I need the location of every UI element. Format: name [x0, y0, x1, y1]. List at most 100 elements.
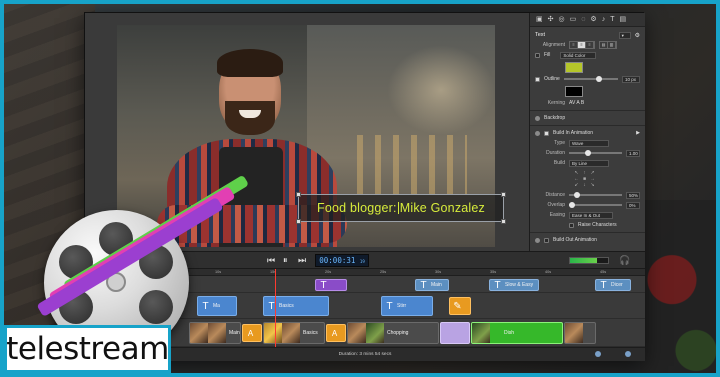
zoom-button[interactable] [595, 351, 601, 357]
fast-forward-icon[interactable]: ⏭ [298, 255, 306, 265]
timeline-clip[interactable]: Basics [263, 322, 325, 344]
timeline-clip[interactable]: T Basics [263, 296, 329, 316]
timeline-clip[interactable]: Dish [471, 322, 563, 344]
canvas-icon[interactable]: ▣ [536, 16, 543, 23]
alignment-segmented-control[interactable]: ≡ ≡ ≡ [569, 41, 595, 49]
pause-icon[interactable]: ⏸ [283, 255, 288, 265]
timeline-clip[interactable]: ✎ [449, 297, 471, 315]
resize-handle[interactable] [501, 192, 506, 197]
overlap-slider[interactable] [569, 202, 622, 208]
easing-select[interactable]: Ease In & Out [569, 211, 613, 219]
raise-characters-label: Raise Characters [578, 222, 617, 228]
rewind-icon[interactable]: ⏮ [267, 255, 275, 265]
text-overlay[interactable]: Food blogger: Mike Gonzalez [298, 194, 504, 222]
distance-value[interactable]: 50% [626, 191, 640, 199]
vertical-alignment-control[interactable]: ▤ ▥ [599, 41, 617, 49]
inspector-panel: ▣ ✣ ◎ ▭ ◌ ⚙ ♪ T ▤ Text ▾ ⚙ Alignment ≡ ≡ ≡… [529, 13, 645, 251]
easing-row: Easing Ease In & Out [530, 210, 645, 220]
build-select[interactable]: By Line [569, 159, 609, 167]
resize-handle[interactable] [501, 219, 506, 224]
distance-label: Distance [545, 192, 565, 198]
distance-slider[interactable] [569, 192, 622, 198]
outline-slider[interactable] [563, 76, 618, 82]
font-picker-button[interactable]: ▾ [618, 31, 631, 39]
section-title: Text [535, 32, 546, 38]
clip-label: Ma [213, 303, 220, 309]
ruler-tick: 40s [545, 270, 552, 274]
outline-label: Outline [544, 76, 560, 82]
outline-checkbox[interactable] [535, 76, 540, 82]
timeline-clip[interactable]: Chopping [347, 322, 439, 344]
fill-color-swatch[interactable] [565, 61, 583, 73]
text-icon[interactable]: T [610, 16, 614, 23]
resize-handle[interactable] [296, 192, 301, 197]
direction-grid[interactable]: ↖ ↑ ↗ ← ■ → ↙ ↓ ↘ [573, 170, 596, 188]
caption-text-end: Mike Gonzalez [399, 201, 486, 215]
kerning-value[interactable]: AV A B [569, 100, 584, 106]
timeline-clip[interactable]: Main [189, 322, 241, 344]
timeline-clip[interactable]: A [326, 324, 346, 342]
timeline-clip[interactable] [440, 322, 470, 344]
timeline-clip[interactable]: T Slow & Easy [489, 279, 539, 291]
play-icon[interactable]: ▶ [636, 130, 640, 136]
snap-button[interactable] [625, 351, 631, 357]
clip-label: Basics [303, 330, 318, 336]
text-section-header: Text ▾ ⚙ [530, 30, 645, 40]
media-icon[interactable]: ✣ [548, 16, 554, 23]
easing-label: Easing [549, 212, 565, 218]
text-icon: T [420, 279, 427, 291]
timecode-display: 00:00:31 19 [315, 254, 369, 267]
playhead[interactable] [275, 269, 276, 347]
timeline-clip[interactable]: T Ma [197, 296, 237, 316]
duration-slider[interactable] [569, 150, 622, 156]
timeline-clip[interactable]: T Dicer [595, 279, 631, 291]
settings-icon[interactable]: ▤ [619, 16, 626, 23]
transitions-icon[interactable]: ▭ [570, 16, 577, 23]
build-out-checkbox[interactable] [544, 237, 549, 243]
build-in-checkbox[interactable] [544, 130, 549, 136]
timecode-frames: 19 [359, 259, 365, 264]
backdrop-toggle[interactable] [535, 115, 540, 121]
clip-label: Stirr [397, 303, 407, 309]
resize-handle[interactable] [296, 219, 301, 224]
clip-label: Dish [504, 330, 515, 336]
duration-status: Duration: 3 mins 54 secs [338, 352, 392, 357]
build-out-row: Build Out Animation [530, 235, 645, 245]
kitchen-bottles [357, 135, 467, 195]
audio-icon[interactable]: ♪ [602, 16, 606, 23]
outline-color-swatch[interactable] [565, 85, 583, 97]
animations-icon[interactable]: ◌ [581, 16, 585, 23]
company-wordmark: telestream [6, 331, 169, 367]
backdrop-row: Backdrop [530, 113, 645, 123]
text-icon: T [386, 300, 393, 312]
fill-type-select[interactable]: Solid Color [560, 51, 597, 59]
build-out-toggle[interactable] [535, 237, 540, 243]
clip-label: Basics [279, 303, 294, 309]
raise-characters-checkbox[interactable] [569, 222, 574, 228]
duration-label: Duration [546, 150, 565, 156]
build-in-toggle[interactable] [535, 130, 540, 136]
clip-label: Dicer [611, 282, 623, 288]
timeline-clip[interactable]: T Stirr [381, 296, 433, 316]
type-select[interactable]: Wave [569, 139, 609, 147]
caption-text-start: Food blogger: [316, 201, 397, 215]
background-vegetables [640, 200, 720, 377]
canvas[interactable]: Food blogger: Mike Gonzalez [85, 13, 529, 251]
headphones-icon[interactable]: 🎧 [619, 255, 630, 266]
build-label: Build [553, 160, 565, 166]
overlap-value[interactable]: 0% [626, 201, 640, 209]
timeline-clip[interactable]: A [242, 324, 262, 342]
outline-value[interactable]: 10 px [622, 75, 640, 83]
gear-icon[interactable]: ⚙ [635, 32, 640, 39]
type-label: Type [554, 140, 565, 146]
behaviors-icon[interactable]: ⚙ [590, 16, 596, 23]
type-row: Type Wave [530, 138, 645, 148]
timeline-clip[interactable]: T [315, 279, 347, 291]
clip-label: Chopping [387, 330, 409, 336]
timeline-clip[interactable] [564, 322, 596, 344]
annotations-icon[interactable]: ◎ [559, 16, 565, 23]
duration-value[interactable]: 1.00 [626, 149, 640, 157]
fill-checkbox[interactable] [535, 52, 540, 58]
text-icon: T [494, 279, 501, 291]
timeline-clip[interactable]: T Main [415, 279, 449, 291]
